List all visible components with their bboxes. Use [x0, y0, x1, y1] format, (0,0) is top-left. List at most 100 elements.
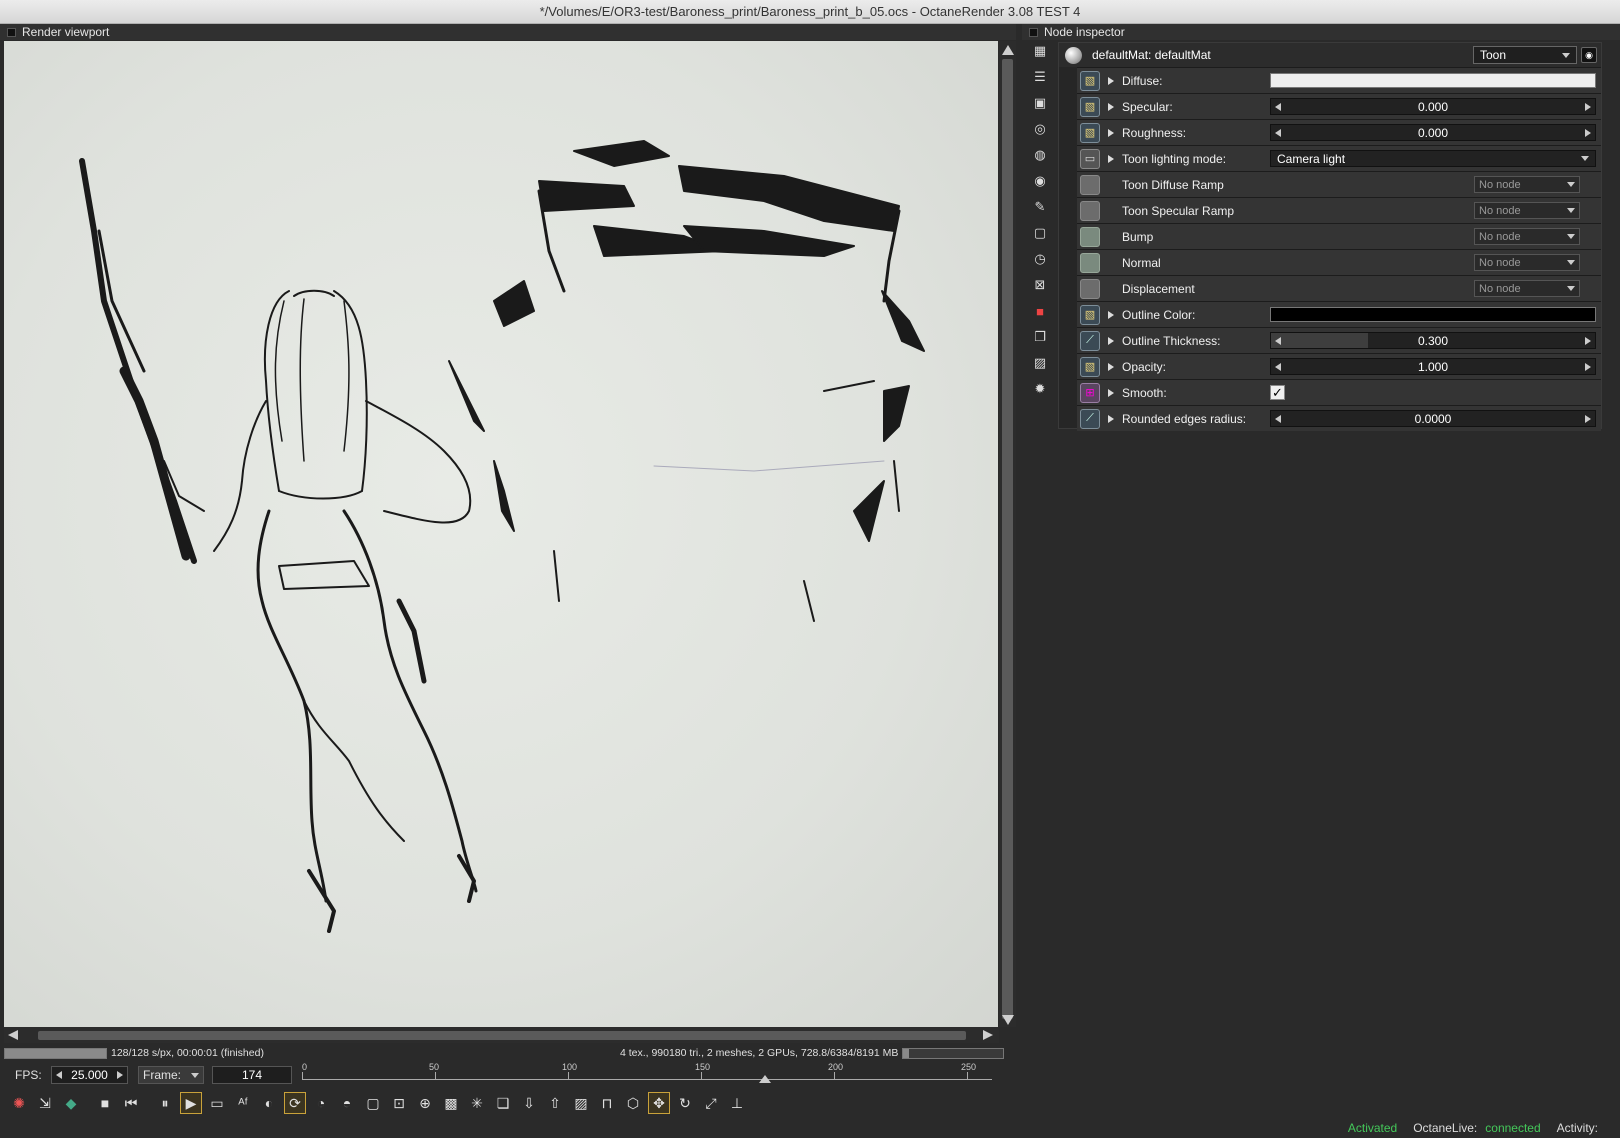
decrease-arrow-icon[interactable] — [1275, 336, 1281, 345]
scroll-down-arrow-icon[interactable] — [1002, 1015, 1014, 1025]
pane-toggle[interactable] — [7, 27, 16, 37]
expand-arrow-icon[interactable] — [1108, 76, 1114, 85]
sun-icon[interactable]: ✹ — [1031, 380, 1049, 398]
move-icon[interactable]: ✥ — [648, 1092, 670, 1114]
empty-pin-icon[interactable] — [1080, 200, 1100, 221]
decrease-arrow-icon[interactable] — [1275, 102, 1281, 111]
fullscreen-icon[interactable]: ⤢ — [700, 1092, 722, 1114]
increase-arrow-icon[interactable] — [1585, 336, 1591, 345]
decrease-arrow-icon[interactable] — [1275, 362, 1281, 371]
image-icon[interactable]: ▣ — [1031, 94, 1049, 112]
region-icon[interactable]: ▢ — [362, 1092, 384, 1114]
texture-icon[interactable]: ▧ — [1080, 356, 1100, 377]
af-icon[interactable]: ᴬᶠ — [232, 1092, 254, 1114]
rotate-icon[interactable]: ↻ — [674, 1092, 696, 1114]
fps-increase-icon[interactable] — [116, 1071, 123, 1079]
expand-arrow-icon[interactable] — [1108, 102, 1114, 111]
eye-icon[interactable]: ◉ — [1581, 47, 1597, 63]
camera-sync-icon[interactable]: ⟳ — [284, 1092, 306, 1114]
scroll-right-arrow-icon[interactable] — [983, 1030, 993, 1040]
node-selector-dropdown[interactable]: No node — [1474, 202, 1580, 219]
node-selector-dropdown[interactable]: No node — [1474, 176, 1580, 193]
vertical-scroll-thumb[interactable] — [1002, 59, 1013, 1019]
value-slider[interactable]: 0.000 — [1270, 124, 1596, 141]
color-picker-icon[interactable]: ◐ — [258, 1092, 280, 1114]
value-slider[interactable]: 1.000 — [1270, 358, 1596, 375]
increase-arrow-icon[interactable] — [1585, 102, 1591, 111]
zoom-icon[interactable]: ⊕ — [414, 1092, 436, 1114]
sparkle-icon[interactable]: ✳ — [466, 1092, 488, 1114]
float-icon[interactable]: ⟋ — [1080, 330, 1100, 351]
box-icon[interactable]: ⬡ — [622, 1092, 644, 1114]
crop-icon[interactable]: ⊡ — [388, 1092, 410, 1114]
increase-arrow-icon[interactable] — [1584, 414, 1591, 423]
color-swatch[interactable] — [1270, 307, 1596, 322]
bool-icon[interactable]: ⊞ — [1080, 382, 1100, 403]
render-target-icon[interactable]: ▢ — [1031, 224, 1049, 242]
node-selector-dropdown[interactable]: No node — [1474, 280, 1580, 297]
timeline-slider[interactable]: 0 50 100 150 200 250 — [302, 1062, 992, 1088]
smooth-checkbox[interactable]: ✓ — [1270, 385, 1285, 400]
pane-toggle[interactable] — [1029, 27, 1038, 37]
teapot-icon[interactable]: ◍ — [1031, 146, 1049, 164]
texture-icon[interactable]: ▧ — [1080, 96, 1100, 117]
render-image[interactable] — [4, 41, 998, 1027]
node-selector-dropdown[interactable]: No node — [1474, 254, 1580, 271]
clock-icon[interactable]: ◷ — [1031, 250, 1049, 268]
node-selector-dropdown[interactable]: No node — [1474, 228, 1580, 245]
color-swatch[interactable] — [1270, 73, 1596, 88]
nodegraph-icon[interactable]: ▦ — [1031, 42, 1049, 60]
denoise-icon[interactable]: ⇲ — [34, 1092, 56, 1114]
decrease-arrow-icon[interactable] — [1275, 414, 1281, 423]
picture-icon[interactable]: ▨ — [1031, 354, 1049, 372]
red-cube-icon[interactable]: ■ — [1031, 302, 1049, 320]
outliner-icon[interactable]: ☰ — [1031, 68, 1049, 86]
bake-icon[interactable]: ▨ — [570, 1092, 592, 1114]
texture-icon[interactable]: ▧ — [1080, 304, 1100, 325]
scroll-up-arrow-icon[interactable] — [1002, 45, 1014, 55]
fps-spinbox[interactable]: 25.000 — [51, 1066, 128, 1084]
lock-icon[interactable]: ⊓ — [596, 1092, 618, 1114]
grid-icon[interactable]: ▩ — [440, 1092, 462, 1114]
value-slider[interactable]: 0.0000 — [1270, 410, 1596, 427]
expand-arrow-icon[interactable] — [1108, 414, 1114, 423]
layers-icon[interactable]: ❐ — [1031, 328, 1049, 346]
lens-icon[interactable]: ◔ — [310, 1092, 332, 1114]
screen-icon[interactable]: ▭ — [206, 1092, 228, 1114]
value-slider[interactable]: 0.000 — [1270, 98, 1596, 115]
rewind-icon[interactable]: ⏮ — [120, 1092, 142, 1114]
export-icon[interactable]: ⇧ — [544, 1092, 566, 1114]
expand-arrow-icon[interactable] — [1108, 362, 1114, 371]
viewport-horizontal-scrollbar[interactable] — [4, 1027, 999, 1043]
timeline-playhead[interactable] — [758, 1075, 771, 1083]
expand-arrow-icon[interactable] — [1108, 154, 1114, 163]
increase-arrow-icon[interactable] — [1585, 362, 1591, 371]
enum-icon[interactable]: ▭ — [1080, 148, 1100, 169]
teapot-blue-icon[interactable]: ◉ — [1031, 172, 1049, 190]
import-icon[interactable]: ⇩ — [518, 1092, 540, 1114]
expand-arrow-icon[interactable] — [1108, 128, 1114, 137]
texture-icon[interactable]: ▧ — [1080, 70, 1100, 91]
frame-mode-combo[interactable]: Frame: — [138, 1066, 204, 1084]
expand-arrow-icon[interactable] — [1108, 388, 1114, 397]
camera-icon[interactable]: ◎ — [1031, 120, 1049, 138]
horizontal-scroll-thumb[interactable] — [38, 1031, 966, 1040]
empty-pin-icon[interactable] — [1080, 278, 1100, 299]
expand-arrow-icon[interactable] — [1108, 310, 1114, 319]
texture-icon[interactable]: ▧ — [1080, 122, 1100, 143]
expand-arrow-icon[interactable] — [1108, 336, 1114, 345]
fps-decrease-icon[interactable] — [56, 1071, 62, 1079]
green-pin-icon[interactable] — [1080, 252, 1100, 273]
viewport-vertical-scrollbar[interactable] — [999, 41, 1016, 1027]
play-icon[interactable]: ▶ — [180, 1092, 202, 1114]
green-pin-icon[interactable] — [1080, 226, 1100, 247]
increase-arrow-icon[interactable] — [1585, 128, 1591, 137]
scroll-left-arrow-icon[interactable] — [8, 1030, 18, 1040]
reset-icon[interactable]: ✺ — [8, 1092, 30, 1114]
copy-icon[interactable]: ❏ — [492, 1092, 514, 1114]
pause-icon[interactable]: ⏸ — [154, 1092, 176, 1114]
paint-icon[interactable]: ✎ — [1031, 198, 1049, 216]
material-picker-icon[interactable]: ◓ — [336, 1092, 358, 1114]
stop-icon[interactable]: ■ — [94, 1092, 116, 1114]
material-preview-icon[interactable] — [1065, 46, 1082, 64]
